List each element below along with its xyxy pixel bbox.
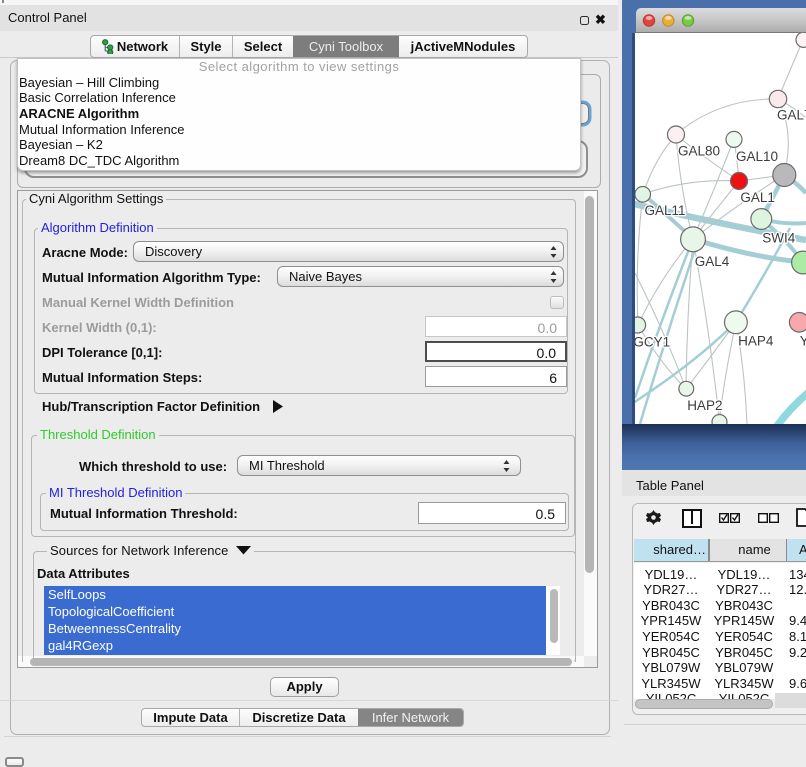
svg-text:GAL11: GAL11 bbox=[644, 203, 685, 218]
svg-text:GAL1: GAL1 bbox=[740, 190, 775, 205]
svg-text:HAP4: HAP4 bbox=[738, 334, 774, 349]
svg-text:GAL80: GAL80 bbox=[678, 143, 720, 158]
svg-text:HAP2: HAP2 bbox=[687, 398, 722, 413]
svg-text:GCY1: GCY1 bbox=[635, 335, 670, 350]
svg-text:GAL7: GAL7 bbox=[777, 108, 806, 123]
svg-text:SWI4: SWI4 bbox=[762, 230, 795, 245]
svg-text:GAL4: GAL4 bbox=[694, 254, 729, 269]
svg-text:YM: YM bbox=[799, 334, 805, 349]
svg-text:GAL10: GAL10 bbox=[736, 149, 778, 164]
